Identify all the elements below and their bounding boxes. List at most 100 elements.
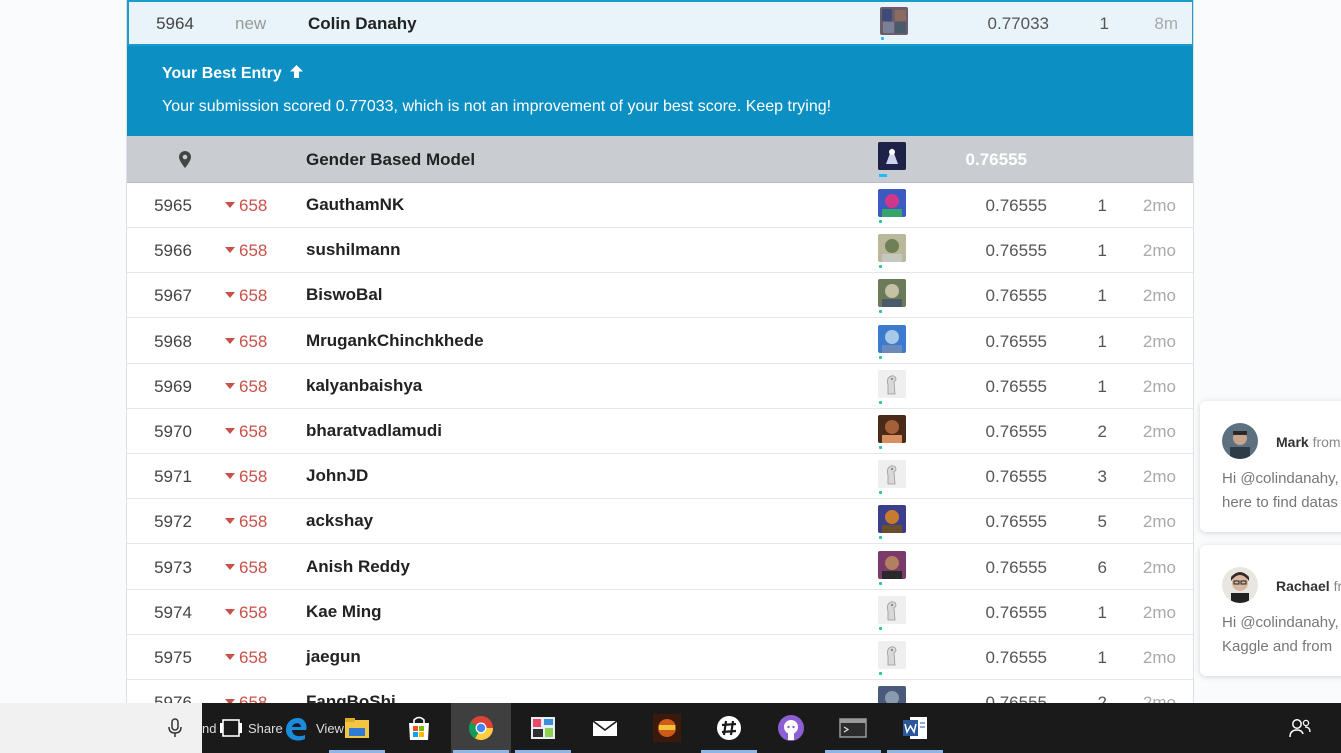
user-avatar[interactable] (878, 550, 906, 579)
last-submission: 2mo (1142, 286, 1176, 306)
chat-sender: Mark from (1276, 434, 1341, 450)
benchmark-avatar (878, 142, 906, 170)
entries-count: 1 (1097, 376, 1107, 396)
rank: 5973 (154, 557, 192, 577)
folder-icon (345, 718, 369, 738)
team-name[interactable]: MrugankChinchkhede (306, 331, 484, 351)
tier-indicator (879, 220, 882, 223)
team-name[interactable]: GauthamNK (306, 195, 404, 215)
chrome-button[interactable] (451, 703, 511, 753)
search-box[interactable] (0, 703, 202, 753)
score: 0.76555 (985, 648, 1047, 667)
rank-change: 658 (225, 467, 305, 487)
chat-preview: Hi @colindanahy, Kaggle and from (1222, 614, 1339, 655)
score: 0.77033 (987, 14, 1049, 33)
leaderboard-row[interactable]: 5966 658 sushilmann 0.76555 1 2mo (127, 228, 1193, 274)
leaderboard-row[interactable]: 5972 658 ackshay 0.76555 5 2mo (127, 499, 1193, 545)
team-name[interactable]: Kae Ming (306, 602, 382, 622)
leaderboard-row[interactable]: 5969 658 kalyanbaishya 0.76555 1 2mo (127, 364, 1193, 409)
user-avatar[interactable] (878, 460, 906, 489)
terminal-button[interactable] (823, 703, 883, 753)
entries-count: 3 (1097, 467, 1107, 487)
word-button[interactable] (885, 703, 945, 753)
user-avatar[interactable] (878, 686, 906, 703)
slack-button[interactable] (699, 703, 759, 753)
tier-indicator (881, 37, 884, 40)
mail-button[interactable] (575, 703, 635, 753)
entries-count: 2 (1097, 693, 1107, 703)
user-avatar[interactable] (878, 324, 906, 353)
people-icon[interactable] (1288, 717, 1312, 739)
tier-indicator (879, 355, 882, 359)
score: 0.76555 (985, 422, 1047, 441)
team-name[interactable]: ackshay (306, 511, 373, 531)
caret-down-icon (225, 382, 235, 389)
leaderboard-row[interactable]: 5965 658 GauthamNK 0.76555 1 2mo (127, 183, 1193, 228)
last-submission: 2mo (1142, 512, 1176, 532)
file-explorer-button[interactable] (327, 703, 387, 753)
leaderboard-row[interactable]: 5973 658 Anish Reddy 0.76555 6 2mo (127, 545, 1193, 590)
team-name[interactable]: bharatvadlamudi (306, 421, 442, 441)
leaderboard-row[interactable]: 5971 658 JohnJD 0.76555 3 2mo (127, 454, 1193, 500)
rank: 5971 (154, 467, 192, 487)
team-name[interactable]: FangBoShi (306, 692, 396, 703)
leaderboard-row[interactable]: 5968 658 MrugankChinchkhede 0.76555 1 2mo (127, 319, 1193, 364)
team-name[interactable]: sushilmann (306, 240, 400, 260)
tier-indicator (879, 446, 882, 449)
team-name[interactable]: JohnJD (306, 466, 368, 486)
microphone-icon[interactable] (166, 718, 184, 738)
team-name[interactable]: jaegun (306, 647, 361, 667)
rank-change: 658 (225, 603, 305, 623)
rank: 5964 (156, 14, 194, 33)
entries-count: 2 (1097, 422, 1107, 441)
chat-preview: Hi @colindanahy, here to find datas (1222, 470, 1339, 511)
user-avatar[interactable] (878, 641, 906, 669)
score: 0.76555 (985, 376, 1047, 396)
snipping-tool-button[interactable] (513, 703, 573, 753)
best-entry-banner: Your Best Entry Your submission scored 0… (127, 46, 1193, 136)
user-avatar[interactable] (878, 189, 906, 217)
tier-indicator (879, 536, 882, 540)
leaderboard-row[interactable]: 5974 658 Kae Ming 0.76555 1 2mo (127, 590, 1193, 635)
tier-indicator (879, 491, 882, 495)
tier-indicator (879, 174, 887, 177)
user-avatar[interactable] (878, 279, 906, 308)
rank-change-value: 658 (239, 467, 268, 487)
store-button[interactable] (389, 703, 449, 753)
tier-indicator (879, 400, 882, 404)
leaderboard-row[interactable]: 5970 658 bharatvadlamudi 0.76555 2 2mo (127, 409, 1193, 454)
user-avatar[interactable] (878, 234, 906, 263)
github-icon (778, 715, 804, 741)
leaderboard-row[interactable]: 5976 658 FangBoShi 0.76555 2 2mo (127, 680, 1193, 703)
entries-count: 1 (1097, 602, 1107, 622)
mail-icon (592, 720, 618, 736)
user-avatar[interactable] (878, 505, 906, 534)
chat-card[interactable]: Rachael fr Hi @colindanahy, Kaggle and f… (1200, 545, 1341, 676)
game-button[interactable] (637, 703, 697, 753)
rank: 5972 (154, 512, 192, 532)
team-name[interactable]: Colin Danahy (308, 14, 417, 34)
rank: 5969 (154, 376, 192, 396)
user-avatar[interactable] (878, 415, 906, 443)
leaderboard-row[interactable]: 5975 658 jaegun 0.76555 1 2mo (127, 635, 1193, 680)
team-name[interactable]: kalyanbaishya (306, 376, 422, 396)
user-avatar[interactable] (878, 369, 906, 398)
own-entry-row[interactable]: 5964 new Colin Danahy 0.77033 1 8m (127, 0, 1193, 46)
user-avatar[interactable] (878, 595, 906, 624)
chat-card[interactable]: Mark from Hi @colindanahy, here to find … (1200, 401, 1341, 532)
rank-change: 658 (225, 332, 305, 352)
avatar (1222, 567, 1258, 603)
score: 0.76555 (985, 512, 1047, 532)
team-name[interactable]: BiswoBal (306, 285, 383, 305)
rank-change-value: 658 (239, 376, 268, 396)
team-name[interactable]: Anish Reddy (306, 557, 410, 577)
rank-change-new: new (235, 14, 267, 33)
caret-down-icon (225, 608, 235, 615)
rank-change: 658 (225, 196, 305, 216)
user-avatar[interactable] (880, 7, 908, 35)
last-submission: 2mo (1142, 693, 1176, 703)
chat-sender: Rachael fr (1276, 578, 1341, 594)
caret-down-icon (225, 428, 235, 434)
github-button[interactable] (761, 703, 821, 753)
leaderboard-row[interactable]: 5967 658 BiswoBal 0.76555 1 2mo (127, 273, 1193, 319)
